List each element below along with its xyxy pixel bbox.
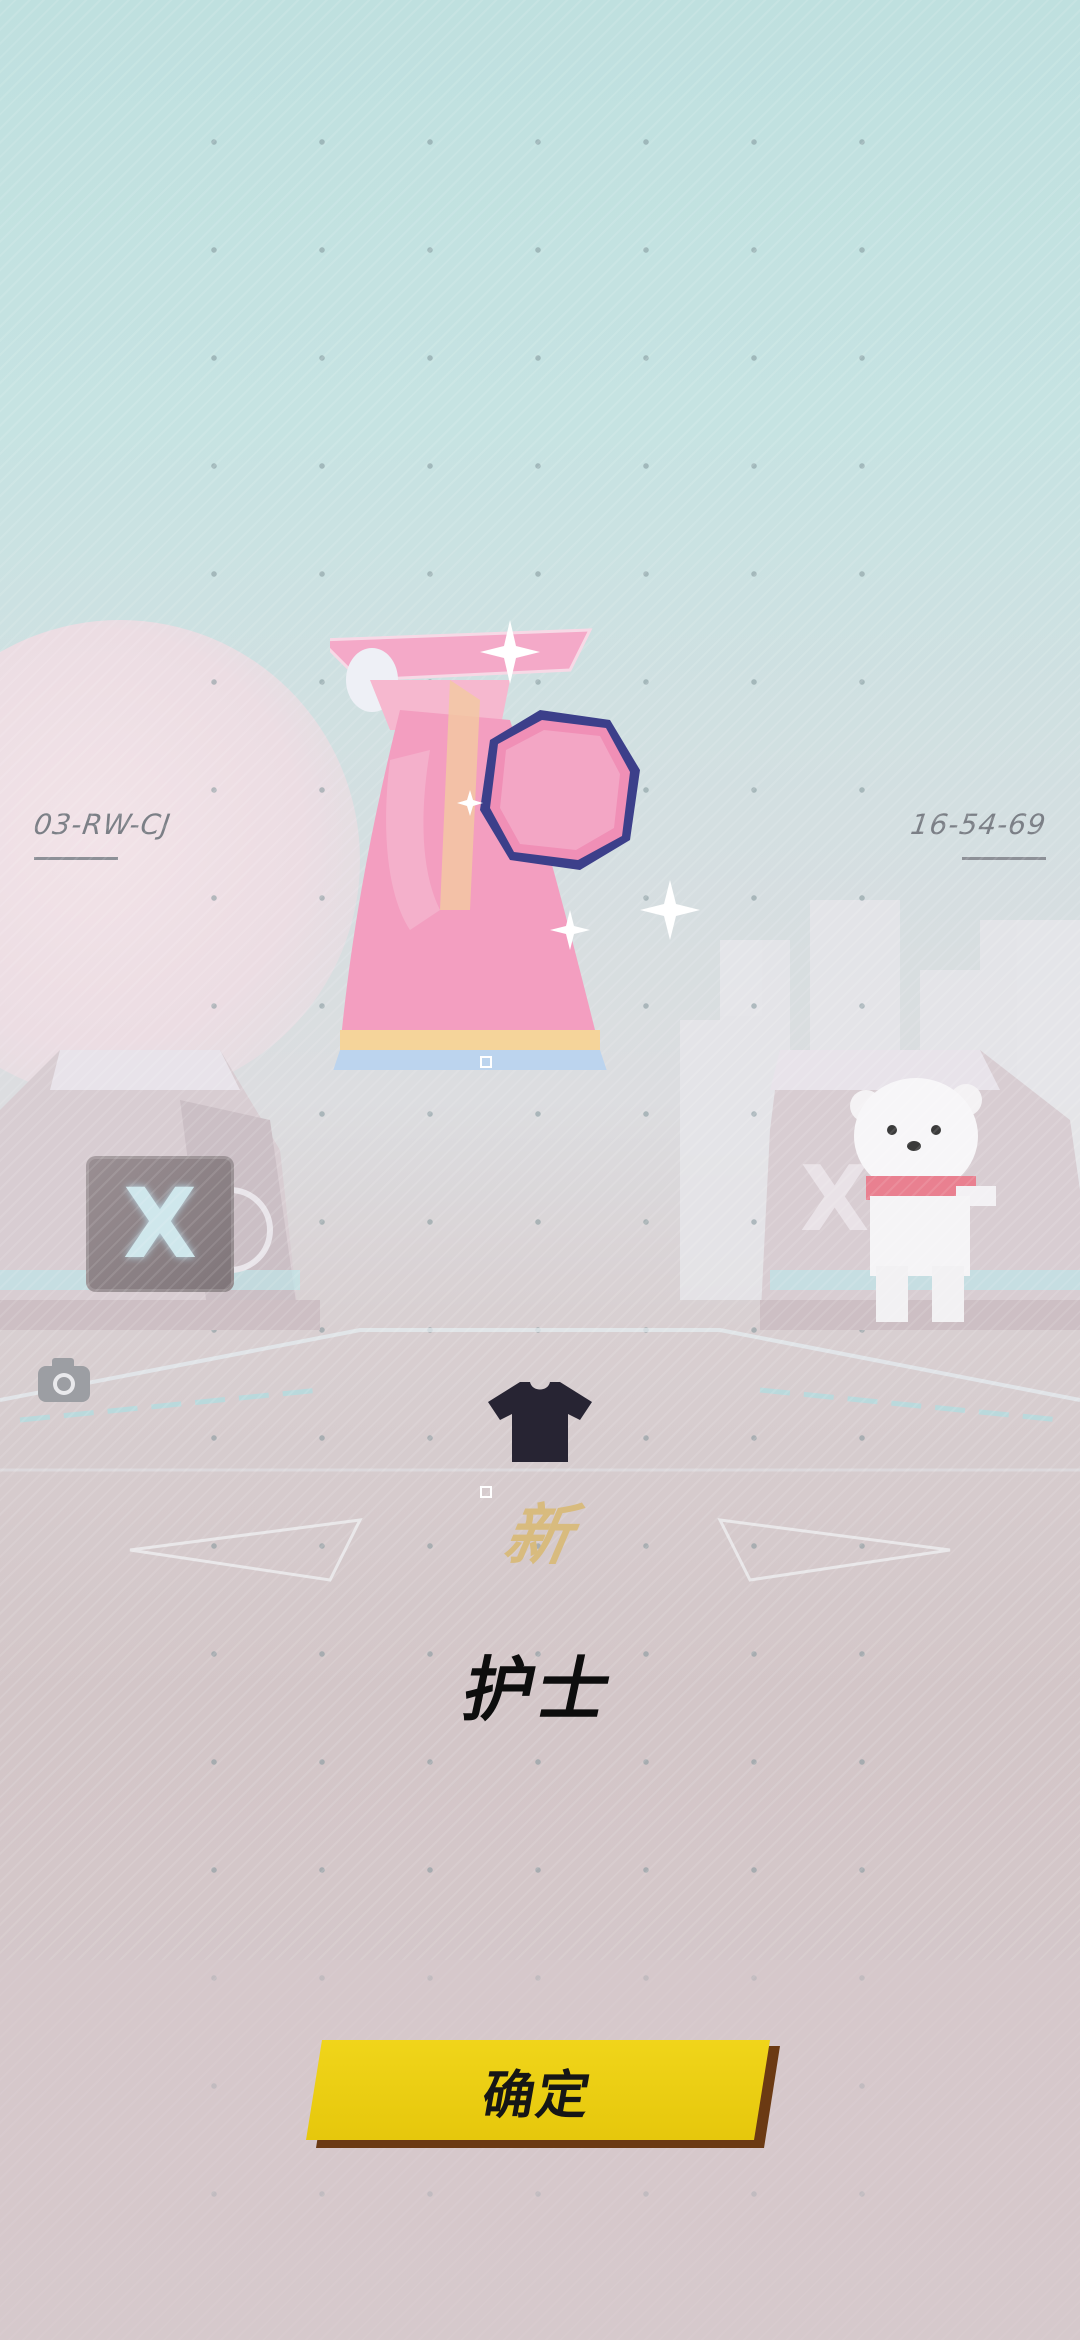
camera-icon [38,1358,90,1402]
bottom-panel [0,1960,1080,2340]
confirm-button-label: 确定 [477,2065,597,2126]
reward-scene: 03-RW-CJ 16-54-69 X X 新 护士 确定 [0,0,1080,2340]
new-item-tag: 新 [498,1497,580,1574]
focus-marker-top [480,1056,492,1068]
scene-code-right: 16-54-69 [908,808,1049,841]
confirm-button-face[interactable]: 确定 [306,2040,770,2140]
arena-floor [0,1328,1080,1582]
confirm-button[interactable]: 确定 [306,2040,780,2148]
scene-code-left-underline [34,857,118,860]
shirt-icon [488,1382,592,1462]
background-sun [0,620,360,1100]
nurse-outfit-preview [330,620,700,1070]
x-logo-badge: X [86,1156,234,1292]
polar-bear-figure [850,1078,996,1322]
item-name: 护士 [456,1649,622,1731]
scene-code-left: 03-RW-CJ [31,808,173,841]
scene-code-right-underline [962,857,1046,860]
camera-button[interactable] [36,1356,92,1404]
